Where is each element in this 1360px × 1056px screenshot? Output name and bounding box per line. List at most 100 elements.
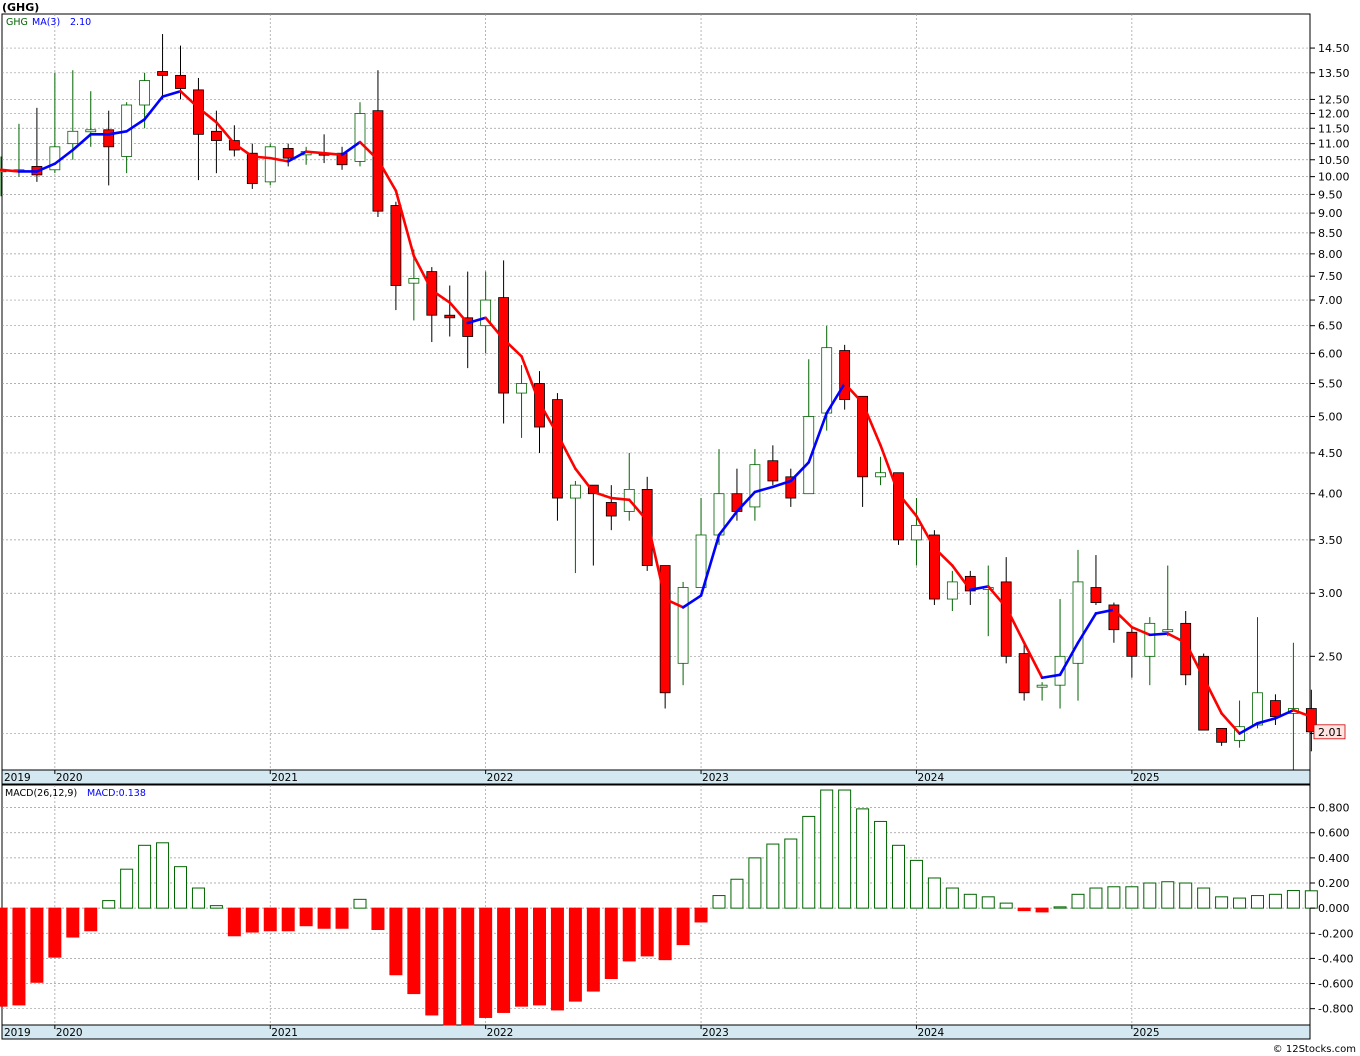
candle-body (749, 464, 761, 508)
macd-bar (1143, 882, 1157, 909)
macd-year-label: 2023 (702, 1027, 729, 1039)
price-tick-label: 14.50 (1318, 42, 1350, 55)
macd-tick-label: -0.400 (1318, 952, 1353, 965)
macd-bar (802, 815, 816, 909)
price-tick-label: 8.00 (1318, 248, 1343, 261)
candle-body (516, 383, 527, 394)
candle-body (1270, 700, 1281, 718)
candle-body (570, 484, 581, 499)
candle-body (139, 80, 151, 106)
macd-bar (479, 907, 493, 1018)
macd-bar (640, 907, 654, 957)
macd-year-label: 2019 (4, 1027, 31, 1039)
last-price-label: 2.01 (1318, 726, 1343, 739)
candle-body (552, 399, 563, 499)
macd-bar (1215, 896, 1229, 909)
macd-tick-label: 0.600 (1318, 827, 1350, 840)
price-tick-label: 4.00 (1318, 488, 1343, 501)
legend-ticker: GHG (6, 17, 28, 28)
price-tick-label: 12.50 (1318, 93, 1350, 106)
legend-ma-value: 2.10 (70, 17, 91, 28)
macd-bar (909, 859, 923, 909)
price-year-label: 2020 (56, 772, 83, 784)
ma-segment (251, 155, 272, 160)
macd-bar (461, 907, 475, 1026)
macd-bar (1233, 897, 1247, 909)
candle-body (354, 113, 366, 162)
footer-credit: © 12Stocks.com (1273, 1044, 1356, 1055)
candle-body (85, 129, 97, 133)
candle-body (282, 148, 294, 159)
macd-bar (335, 907, 349, 929)
price-tick-label: 4.50 (1318, 447, 1343, 460)
macd-bar (389, 907, 403, 976)
macd-bar (281, 907, 295, 932)
price-date-band (1, 769, 1311, 785)
candle-body (1144, 622, 1156, 657)
macd-bar (120, 868, 134, 909)
macd-bar (371, 907, 385, 931)
macd-legend-value: MACD:0.138 (87, 788, 146, 799)
macd-bar (604, 907, 618, 980)
price-tick-label: 9.00 (1318, 207, 1343, 220)
macd-bar (658, 907, 672, 961)
candle-body (1216, 727, 1227, 743)
macd-legend-title: MACD(26,12,9) (5, 788, 77, 799)
candle-body (390, 205, 402, 286)
price-tick-label: 3.50 (1318, 534, 1343, 547)
price-tick-label: 2.50 (1318, 650, 1343, 663)
macd-bar (515, 907, 529, 1007)
macd-bar (317, 907, 331, 929)
macd-bar (999, 902, 1013, 909)
candle-body (1162, 629, 1174, 633)
macd-bar (12, 907, 26, 1006)
macd-tick-label: -0.800 (1318, 1003, 1353, 1016)
macd-bar (1251, 895, 1264, 909)
macd-bar (174, 866, 187, 909)
macd-bar (30, 907, 44, 983)
macd-bar (48, 907, 62, 958)
macd-year-label: 2020 (56, 1027, 83, 1039)
chart-title: (GHG) (2, 1, 39, 14)
macd-bar (622, 907, 636, 962)
macd-bar (1268, 893, 1282, 909)
macd-bar (1304, 890, 1318, 909)
candle-body (1018, 653, 1030, 694)
price-tick-label: 8.50 (1318, 227, 1343, 240)
macd-bar (874, 820, 888, 909)
price-tick-label: 5.00 (1318, 410, 1343, 423)
macd-bar (1161, 881, 1175, 909)
macd-bar (156, 842, 170, 909)
macd-bar (748, 857, 762, 909)
macd-bar (568, 907, 582, 1002)
candle-body (929, 534, 940, 600)
macd-bar (856, 808, 870, 909)
macd-bar (84, 907, 98, 932)
macd-bar (550, 907, 564, 1011)
ma-segment (609, 496, 631, 502)
legend-ma-label: MA(3) (32, 17, 60, 28)
price-tick-label: 11.50 (1318, 122, 1350, 135)
candle-body (875, 472, 886, 478)
price-tick-label: 7.00 (1318, 294, 1343, 307)
macd-bar (1179, 882, 1193, 909)
ma-segment (0, 168, 21, 173)
macd-bar (425, 907, 439, 1016)
candle-body (67, 130, 79, 145)
macd-tick-label: 0.800 (1318, 802, 1350, 815)
macd-bar (1017, 907, 1031, 912)
macd-bar (407, 907, 421, 995)
macd-bar (586, 907, 600, 992)
candle-body (157, 71, 168, 76)
macd-bar (138, 844, 152, 909)
macd-year-label: 2021 (271, 1027, 298, 1039)
macd-bar (533, 907, 546, 1006)
macd-bar (227, 907, 241, 937)
macd-bar (1125, 886, 1139, 909)
candle-body (946, 581, 958, 600)
macd-bar (927, 877, 941, 909)
candle-body (1126, 631, 1138, 657)
candle (839, 344, 851, 410)
price-year-label: 2019 (4, 772, 31, 784)
price-tick-label: 12.00 (1318, 108, 1350, 121)
